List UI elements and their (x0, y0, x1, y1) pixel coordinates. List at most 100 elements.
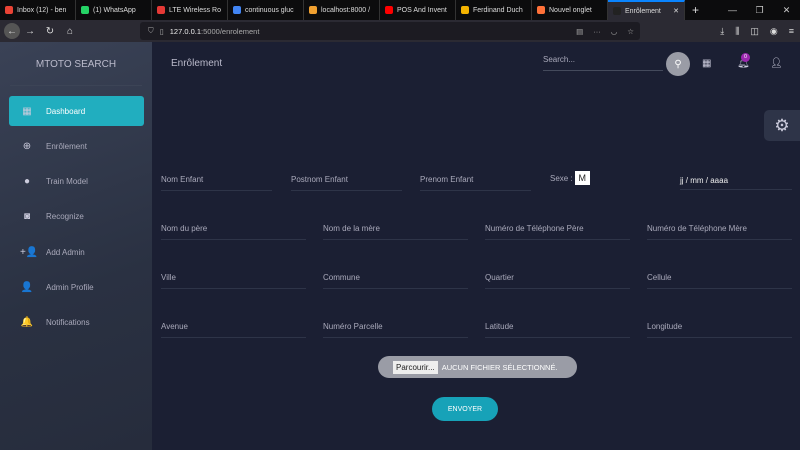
download-icon[interactable]: ⤓ (720, 26, 724, 37)
sexe-select[interactable]: M (574, 171, 590, 185)
form-field[interactable]: Numéro Parcelle (323, 318, 468, 338)
settings-gear-icon[interactable]: ⚙ (764, 110, 800, 141)
form-field[interactable]: Numéro de Téléphone Mère (647, 220, 792, 240)
tab-favicon-icon (5, 6, 13, 14)
submit-button[interactable]: ENVOYER (432, 397, 498, 421)
browser-toolbar: ← → ↻ ⌂ ⛉ ▯ 127.0.0.1:5000/enrolement ▤ … (0, 20, 800, 42)
library-icon[interactable]: ⫼ (735, 26, 739, 37)
form-field[interactable]: Cellule (647, 269, 792, 289)
sexe-label: Sexe : (550, 173, 573, 183)
star-icon[interactable]: ☆ (627, 27, 634, 36)
no-file-text: AUCUN FICHIER SÉLECTIONNÉ. (441, 362, 558, 372)
browser-tab[interactable]: Inbox (12) - ben (0, 0, 76, 20)
tab-label: localhost:8000 / (321, 6, 371, 14)
reload-button[interactable]: ↻ (40, 26, 60, 37)
more-icon[interactable]: ··· (593, 27, 601, 36)
browser-tab[interactable]: localhost:8000 / (304, 0, 380, 20)
sidebar-item-label: Recognize (46, 212, 84, 222)
form-field[interactable]: Longitude (647, 318, 792, 338)
browse-button[interactable]: Parcourir... (393, 360, 438, 374)
tab-label: Ferdinand Duch (473, 6, 523, 14)
maximize-button[interactable]: ❐ (746, 0, 773, 20)
home-button[interactable]: ⌂ (60, 26, 80, 37)
browser-tab[interactable]: POS And Invent (380, 0, 456, 20)
sidebar-item-add-admin[interactable]: +👤 Add Admin (9, 237, 144, 267)
search-icon: ⚲ (674, 58, 682, 70)
browser-tab[interactable]: LTE Wireless Ro (152, 0, 228, 20)
browser-tab[interactable]: continuous gluc (228, 0, 304, 20)
tab-favicon-icon (613, 7, 621, 15)
sidebar-icon: ● (23, 176, 31, 188)
browser-tab[interactable]: Nouvel onglet (532, 0, 608, 20)
form-field[interactable]: Postnom Enfant (291, 171, 402, 191)
page-title: Enrôlement (171, 58, 223, 69)
shield-icon: ⛉ (148, 26, 154, 35)
tab-label: POS And Invent (397, 6, 447, 14)
tab-label: LTE Wireless Ro (169, 6, 221, 14)
sidebar-item-train-model[interactable]: ● Train Model (9, 167, 144, 197)
sidebar-item-label: Add Admin (46, 247, 85, 257)
date-input[interactable]: jj / mm / aaaa (680, 172, 792, 190)
close-window-button[interactable]: ✕ (773, 0, 800, 20)
sidebar-item-label: Dashboard (46, 106, 86, 116)
brand-logo: MTOTO SEARCH (10, 42, 142, 86)
tab-favicon-icon (81, 6, 89, 14)
tab-label: Enrôlement (625, 7, 661, 15)
tab-label: Inbox (12) - ben (17, 6, 67, 14)
tab-favicon-icon (385, 6, 393, 14)
tab-label: Nouvel onglet (549, 6, 592, 14)
sidebar-item-notifications[interactable]: 🔔 Notifications (9, 308, 144, 338)
form-field[interactable]: Nom de la mère (323, 220, 468, 240)
tab-favicon-icon (157, 6, 165, 14)
sidebar-item-label: Enrôlement (46, 141, 87, 151)
account-icon[interactable]: ◉ (770, 26, 778, 37)
sidebar-item-label: Notifications (46, 318, 90, 328)
form-field[interactable]: Nom du père (161, 220, 306, 240)
dashboard-icon[interactable]: ▦ (702, 58, 711, 69)
minimize-button[interactable]: — (719, 0, 746, 20)
sidebar-toggle-icon[interactable]: ◫ (750, 26, 759, 37)
sidebar-icon: ◙ (23, 211, 31, 223)
tab-label: (1) WhatsApp (93, 6, 136, 14)
sidebar: MTOTO SEARCH ▦ Dashboard ⊕ Enrôlement ● Train… (0, 42, 152, 450)
form-field[interactable]: Avenue (161, 318, 306, 338)
form-field[interactable]: Prenom Enfant (420, 171, 531, 191)
sidebar-item-dashboard[interactable]: ▦ Dashboard (9, 96, 144, 126)
back-button[interactable]: ← (4, 23, 20, 39)
url-path: :5000/enrolement (201, 26, 260, 36)
browser-tab[interactable]: Ferdinand Duch (456, 0, 532, 20)
file-input[interactable]: Parcourir... AUCUN FICHIER SÉLECTIONNÉ. (378, 356, 577, 378)
user-icon[interactable]: 👤︎ (770, 58, 783, 69)
close-tab-icon[interactable]: ✕ (673, 7, 679, 15)
forward-button[interactable]: → (20, 26, 40, 37)
form-field[interactable]: Ville (161, 269, 306, 289)
form-field[interactable]: Quartier (485, 269, 630, 289)
sexe-field: Sexe :M (550, 171, 590, 185)
tab-favicon-icon (309, 6, 317, 14)
sidebar-item-enr-lement[interactable]: ⊕ Enrôlement (9, 131, 144, 161)
sidebar-icon: +👤 (20, 246, 39, 258)
sidebar-icon: 🔔 (20, 317, 34, 329)
form-field[interactable]: Commune (323, 269, 468, 289)
form-field[interactable]: Numéro de Téléphone Père (485, 220, 630, 240)
form-field[interactable]: Nom Enfant (161, 171, 272, 191)
sidebar-item-admin-profile[interactable]: 👤 Admin Profile (9, 273, 144, 303)
browser-tab[interactable]: Enrôlement ✕ (608, 0, 685, 20)
menu-icon[interactable]: ≡ (789, 26, 794, 37)
tab-label: continuous gluc (245, 6, 294, 14)
search-input[interactable]: Search... (543, 55, 663, 71)
pocket-icon[interactable]: ◡ (611, 27, 618, 36)
sidebar-icon: ⊕ (22, 140, 32, 152)
form-field[interactable]: Latitude (485, 318, 630, 338)
url-host: 127.0.0.1 (169, 26, 202, 36)
sidebar-item-label: Train Model (46, 177, 88, 187)
sidebar-icon: 👤 (20, 282, 34, 293)
search-button[interactable]: ⚲ (666, 52, 690, 76)
new-tab-button[interactable]: + (685, 0, 706, 20)
sidebar-item-recognize[interactable]: ◙ Recognize (9, 202, 144, 232)
tab-favicon-icon (461, 6, 469, 14)
reader-icon[interactable]: ▤ (576, 27, 583, 36)
page-icon: ▯ (159, 26, 164, 36)
url-bar[interactable]: ⛉ ▯ 127.0.0.1:5000/enrolement ▤ ··· ◡ ☆ (140, 22, 640, 40)
browser-tab[interactable]: (1) WhatsApp (76, 0, 152, 20)
